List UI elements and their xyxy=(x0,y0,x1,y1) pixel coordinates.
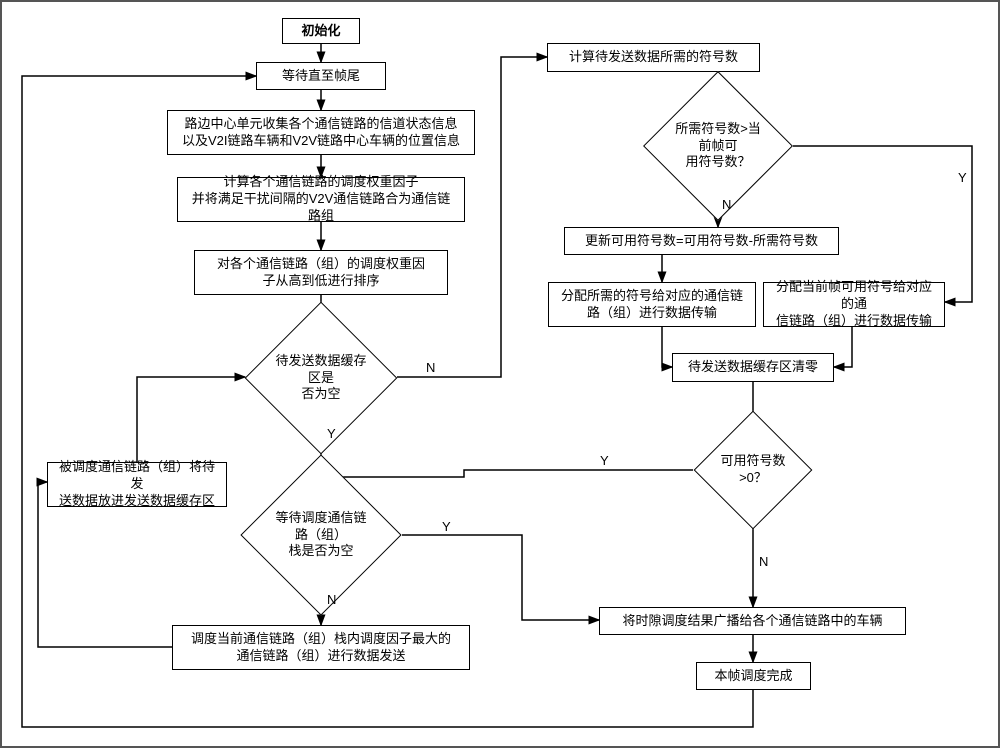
label: 可用符号数>0？ xyxy=(719,453,787,487)
node-alloc-avail: 分配当前帧可用符号给对应的通信链路（组）进行数据传输 xyxy=(763,282,945,327)
node-symbols-gt0: 可用符号数>0？ xyxy=(711,428,795,512)
node-symbols-cmp: 所需符号数>当前帧可用符号数？ xyxy=(665,93,771,199)
label-y: Y xyxy=(958,170,967,185)
node-alloc-needed: 分配所需的符号给对应的通信链路（组）进行数据传输 xyxy=(548,282,756,327)
label-n: N xyxy=(722,197,731,212)
node-wait: 等待直至帧尾 xyxy=(256,62,386,90)
label: 计算各个通信链路的调度权重因子并将满足干扰间隔的V2V通信链路合为通信链路组 xyxy=(186,174,456,225)
node-done: 本帧调度完成 xyxy=(696,662,811,690)
label: 初始化 xyxy=(301,23,340,40)
label: 路边中心单元收集各个通信链路的信道状态信息以及V2I链路车辆和V2V链路中心车辆… xyxy=(182,116,460,150)
node-schedule-max: 调度当前通信链路（组）栈内调度因子最大的通信链路（组）进行数据发送 xyxy=(172,625,470,670)
node-collect: 路边中心单元收集各个通信链路的信道状态信息以及V2I链路车辆和V2V链路中心车辆… xyxy=(167,110,475,155)
node-sort: 对各个通信链路（组）的调度权重因子从高到低进行排序 xyxy=(194,250,448,295)
label: 分配当前帧可用符号给对应的通信链路（组）进行数据传输 xyxy=(772,279,936,330)
node-broadcast: 将时隙调度结果广播给各个通信链路中的车辆 xyxy=(599,607,906,635)
flowchart-canvas: 初始化 等待直至帧尾 路边中心单元收集各个通信链路的信道状态信息以及V2I链路车… xyxy=(0,0,1000,748)
label: 将时隙调度结果广播给各个通信链路中的车辆 xyxy=(622,613,882,630)
label: 待发送数据缓存区是否为空 xyxy=(275,353,367,404)
node-stack-empty: 等待调度通信链路（组）栈是否为空 xyxy=(264,478,378,592)
label: 调度当前通信链路（组）栈内调度因子最大的通信链路（组）进行数据发送 xyxy=(191,631,451,665)
label: 对各个通信链路（组）的调度权重因子从高到低进行排序 xyxy=(217,256,425,290)
node-calc-weight: 计算各个通信链路的调度权重因子并将满足干扰间隔的V2V通信链路合为通信链路组 xyxy=(177,177,465,222)
label-y: Y xyxy=(327,426,336,441)
label: 等待调度通信链路（组）栈是否为空 xyxy=(272,510,370,561)
node-update-symbols: 更新可用符号数=可用符号数-所需符号数 xyxy=(564,227,839,255)
label: 本帧调度完成 xyxy=(714,668,792,685)
connector-lines xyxy=(2,2,1000,750)
node-clear-buffer: 待发送数据缓存区清零 xyxy=(672,353,834,382)
label: 所需符号数>当前帧可用符号数？ xyxy=(673,121,763,172)
label-y: Y xyxy=(442,519,451,534)
label: 计算待发送数据所需的符号数 xyxy=(569,49,738,66)
node-buffer-empty: 待发送数据缓存区是否为空 xyxy=(267,324,375,432)
label: 被调度通信链路（组）将待发送数据放进发送数据缓存区 xyxy=(56,459,218,510)
label: 等待直至帧尾 xyxy=(282,68,360,85)
label: 待发送数据缓存区清零 xyxy=(688,359,818,376)
label-n: N xyxy=(759,554,768,569)
node-calc-symbols: 计算待发送数据所需的符号数 xyxy=(547,43,760,72)
node-init: 初始化 xyxy=(282,18,360,44)
label-y: Y xyxy=(600,453,609,468)
label-n: N xyxy=(426,360,435,375)
label-n: N xyxy=(327,592,336,607)
label: 分配所需的符号给对应的通信链路（组）进行数据传输 xyxy=(561,288,743,322)
node-put-buffer: 被调度通信链路（组）将待发送数据放进发送数据缓存区 xyxy=(47,462,227,507)
label: 更新可用符号数=可用符号数-所需符号数 xyxy=(585,233,818,250)
